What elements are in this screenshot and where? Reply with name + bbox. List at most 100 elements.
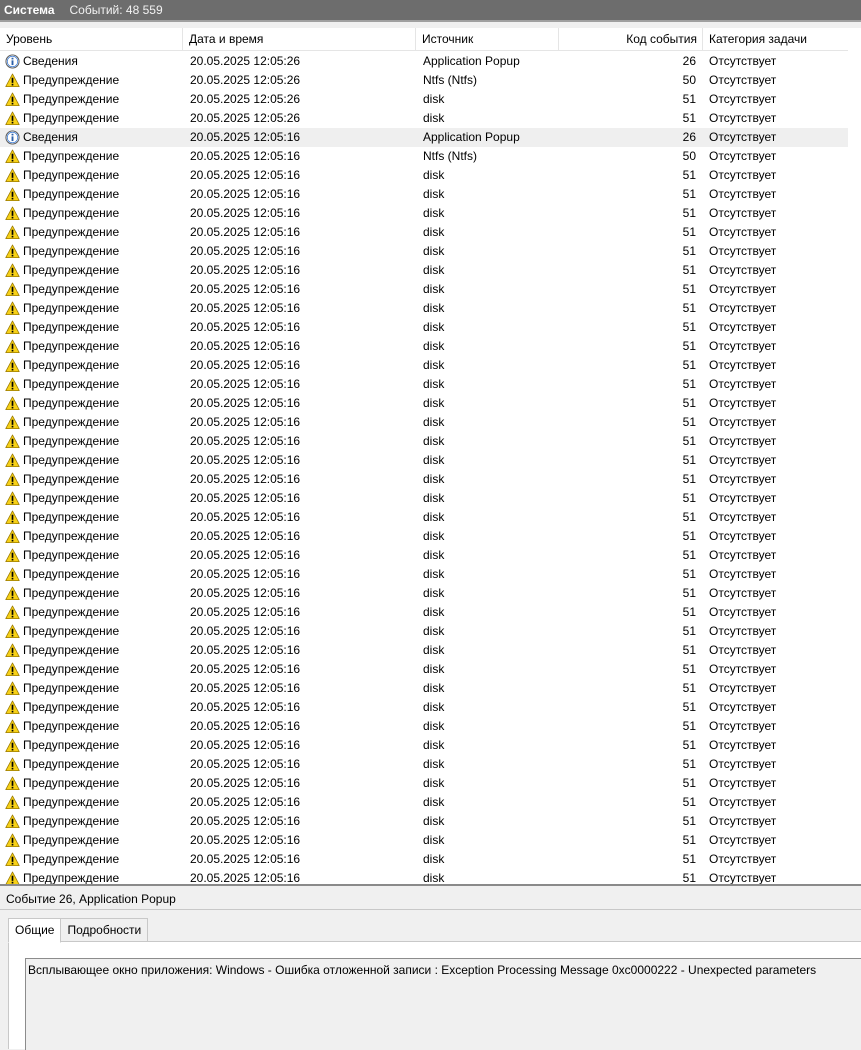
table-row[interactable]: Предупреждение 20.05.2025 12:05:16 disk 51 О…: [0, 299, 848, 318]
table-row[interactable]: Предупреждение 20.05.2025 12:05:16 disk 51 О…: [0, 850, 848, 869]
warning-icon: [5, 567, 20, 581]
table-row[interactable]: Предупреждение 20.05.2025 12:05:16 disk 51 О…: [0, 413, 848, 432]
pane-splitter[interactable]: [0, 884, 861, 886]
warning-icon: [5, 434, 20, 448]
table-row[interactable]: Предупреждение 20.05.2025 12:05:16 disk 51 О…: [0, 584, 848, 603]
column-header-level[interactable]: Уровень: [0, 28, 183, 51]
cell-task-category: Отсутствует: [709, 795, 777, 809]
cell-level: Предупреждение: [0, 774, 183, 793]
table-row[interactable]: Предупреждение 20.05.2025 12:05:16 disk 51 О…: [0, 261, 848, 280]
table-row[interactable]: Предупреждение 20.05.2025 12:05:16 disk 51 О…: [0, 185, 848, 204]
table-row[interactable]: Предупреждение 20.05.2025 12:05:16 disk 51 О…: [0, 166, 848, 185]
table-row[interactable]: Предупреждение 20.05.2025 12:05:16 disk 51 О…: [0, 204, 848, 223]
cell-source: disk: [423, 263, 445, 277]
column-header-task-category[interactable]: Категория задачи: [703, 28, 848, 51]
table-row[interactable]: Предупреждение 20.05.2025 12:05:16 disk 51 О…: [0, 337, 848, 356]
table-row[interactable]: Предупреждение 20.05.2025 12:05:16 disk 51 О…: [0, 451, 848, 470]
cell-task-category: Отсутствует: [709, 415, 777, 429]
table-row[interactable]: Предупреждение 20.05.2025 12:05:16 disk 51 О…: [0, 736, 848, 755]
table-row[interactable]: Предупреждение 20.05.2025 12:05:16 Ntfs (N…: [0, 147, 848, 166]
column-header-source[interactable]: Источник: [416, 28, 559, 51]
table-row[interactable]: Предупреждение 20.05.2025 12:05:16 disk 51 О…: [0, 755, 848, 774]
cell-event-id: 51: [682, 586, 696, 600]
warning-icon: [5, 282, 20, 296]
level-label: Предупреждение: [23, 757, 120, 771]
warning-icon: [5, 472, 20, 486]
table-row[interactable]: Предупреждение 20.05.2025 12:05:16 disk 51 О…: [0, 394, 848, 413]
info-icon: [5, 54, 20, 69]
event-rows: Сведения 20.05.2025 12:05:26 Application P…: [0, 52, 848, 884]
level-label: Предупреждение: [23, 415, 120, 429]
table-row[interactable]: Предупреждение 20.05.2025 12:05:16 disk 51 О…: [0, 318, 848, 337]
table-row[interactable]: Предупреждение 20.05.2025 12:05:16 disk 51 О…: [0, 717, 848, 736]
cell-date: 20.05.2025 12:05:16: [190, 339, 301, 353]
level-label: Предупреждение: [23, 833, 120, 847]
warning-icon: [5, 548, 20, 562]
cell-source: disk: [423, 776, 445, 790]
cell-event-id: 51: [682, 738, 696, 752]
cell-event-id: 51: [682, 320, 696, 334]
table-row[interactable]: Предупреждение 20.05.2025 12:05:16 disk 51 О…: [0, 356, 848, 375]
event-message[interactable]: Всплывающее окно приложения: Windows - О…: [25, 958, 861, 1050]
cell-source: disk: [423, 339, 445, 353]
column-header-event-id[interactable]: Код события: [559, 28, 703, 51]
cell-task-category: Отсутствует: [709, 244, 777, 258]
cell-date: 20.05.2025 12:05:16: [190, 681, 301, 695]
table-row[interactable]: Предупреждение 20.05.2025 12:05:16 disk 51 О…: [0, 603, 848, 622]
cell-date: 20.05.2025 12:05:16: [190, 510, 301, 524]
table-row[interactable]: Предупреждение 20.05.2025 12:05:26 disk 51 О…: [0, 90, 848, 109]
table-row[interactable]: Предупреждение 20.05.2025 12:05:16 disk 51 О…: [0, 869, 848, 884]
table-row[interactable]: Предупреждение 20.05.2025 12:05:16 disk 51 О…: [0, 774, 848, 793]
table-row[interactable]: Предупреждение 20.05.2025 12:05:26 Ntfs (N…: [0, 71, 848, 90]
table-row[interactable]: Предупреждение 20.05.2025 12:05:16 disk 51 О…: [0, 508, 848, 527]
cell-source: disk: [423, 282, 445, 296]
cell-task-category: Отсутствует: [709, 776, 777, 790]
table-row[interactable]: Предупреждение 20.05.2025 12:05:16 disk 51 О…: [0, 470, 848, 489]
tab-details[interactable]: Подробности: [60, 918, 149, 942]
table-row[interactable]: Предупреждение 20.05.2025 12:05:16 disk 51 О…: [0, 280, 848, 299]
table-row[interactable]: Предупреждение 20.05.2025 12:05:16 disk 51 О…: [0, 793, 848, 812]
table-row[interactable]: Предупреждение 20.05.2025 12:05:16 disk 51 О…: [0, 375, 848, 394]
table-row[interactable]: Предупреждение 20.05.2025 12:05:16 disk 51 О…: [0, 831, 848, 850]
warning-icon: [5, 833, 20, 847]
table-row[interactable]: Предупреждение 20.05.2025 12:05:16 disk 51 О…: [0, 641, 848, 660]
table-row[interactable]: Предупреждение 20.05.2025 12:05:16 disk 51 О…: [0, 223, 848, 242]
table-row[interactable]: Предупреждение 20.05.2025 12:05:16 disk 51 О…: [0, 527, 848, 546]
table-row[interactable]: Предупреждение 20.05.2025 12:05:16 disk 51 О…: [0, 489, 848, 508]
level-label: Сведения: [23, 54, 78, 68]
cell-event-id: 51: [682, 472, 696, 486]
level-label: Предупреждение: [23, 434, 120, 448]
table-row[interactable]: Предупреждение 20.05.2025 12:05:16 disk 51 О…: [0, 546, 848, 565]
table-row[interactable]: Предупреждение 20.05.2025 12:05:16 disk 51 О…: [0, 622, 848, 641]
cell-task-category: Отсутствует: [709, 605, 777, 619]
table-row[interactable]: Предупреждение 20.05.2025 12:05:16 disk 51 О…: [0, 242, 848, 261]
table-row[interactable]: Предупреждение 20.05.2025 12:05:26 disk 51 О…: [0, 109, 848, 128]
level-label: Сведения: [23, 130, 78, 144]
table-row[interactable]: Предупреждение 20.05.2025 12:05:16 disk 51 О…: [0, 660, 848, 679]
table-row[interactable]: Предупреждение 20.05.2025 12:05:16 disk 51 О…: [0, 565, 848, 584]
table-row[interactable]: Предупреждение 20.05.2025 12:05:16 disk 51 О…: [0, 679, 848, 698]
event-list[interactable]: Уровень Дата и время Источник Код событи…: [0, 28, 861, 884]
level-label: Предупреждение: [23, 168, 120, 182]
table-row[interactable]: Предупреждение 20.05.2025 12:05:16 disk 51 О…: [0, 432, 848, 451]
table-row[interactable]: Сведения 20.05.2025 12:05:26 Application P…: [0, 52, 848, 71]
table-row[interactable]: Предупреждение 20.05.2025 12:05:16 disk 51 О…: [0, 812, 848, 831]
warning-icon: [5, 757, 20, 771]
cell-event-id: 50: [682, 149, 696, 163]
cell-date: 20.05.2025 12:05:16: [190, 187, 301, 201]
level-label: Предупреждение: [23, 320, 120, 334]
cell-source: disk: [423, 434, 445, 448]
tab-general[interactable]: Общие: [8, 918, 62, 943]
table-row[interactable]: Сведения 20.05.2025 12:05:16 Application P…: [0, 128, 848, 147]
warning-icon: [5, 453, 20, 467]
column-header-date[interactable]: Дата и время: [183, 28, 416, 51]
cell-task-category: Отсутствует: [709, 206, 777, 220]
cell-source: disk: [423, 187, 445, 201]
table-row[interactable]: Предупреждение 20.05.2025 12:05:16 disk 51 О…: [0, 698, 848, 717]
cell-event-id: 51: [682, 225, 696, 239]
cell-level: Сведения: [0, 128, 183, 147]
cell-event-id: 51: [682, 700, 696, 714]
cell-task-category: Отсутствует: [709, 396, 777, 410]
level-label: Предупреждение: [23, 263, 120, 277]
cell-level: Предупреждение: [0, 147, 183, 166]
